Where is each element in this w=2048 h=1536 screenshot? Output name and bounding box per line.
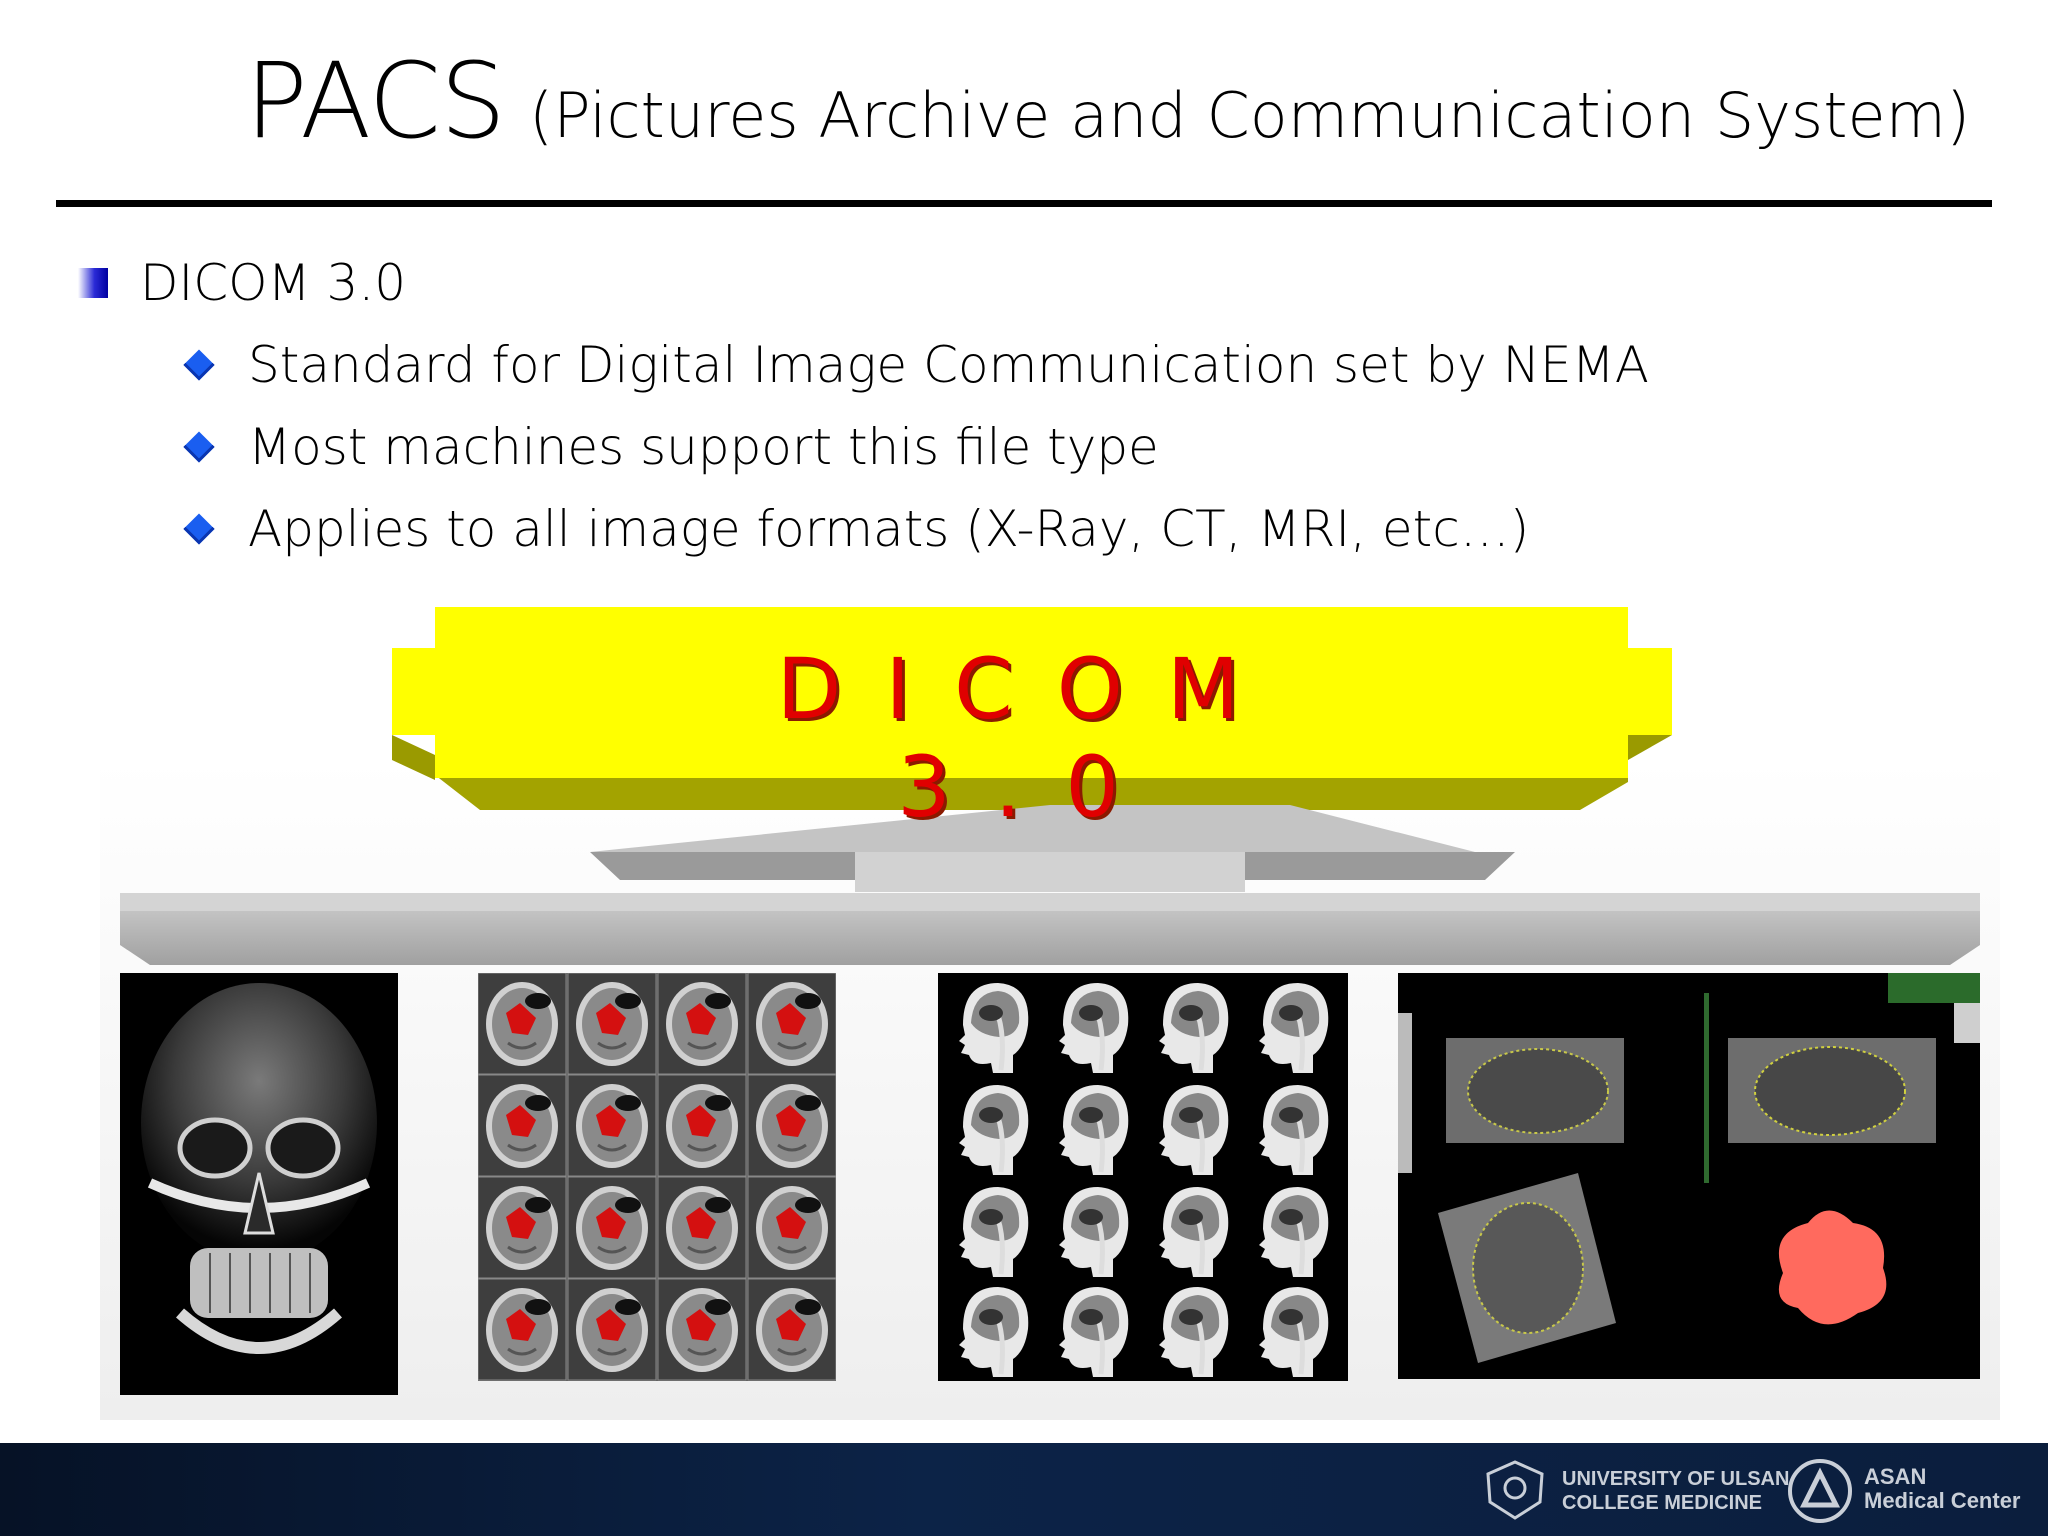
asan-line2: Medical Center — [1864, 1488, 2021, 1513]
mri-axial-grid-graphic — [478, 973, 836, 1381]
diamond-bullet-icon — [183, 513, 215, 545]
title-main: PACS — [245, 40, 506, 162]
mri-sagittal-grid-graphic — [938, 973, 1348, 1381]
skull-xray-image — [120, 973, 398, 1395]
bullet-level1-text: DICOM 3.0 — [140, 254, 407, 312]
bullet-level1: DICOM 3.0 — [78, 248, 406, 318]
diamond-bullet-icon — [183, 349, 215, 381]
skull-xray-graphic — [120, 973, 398, 1395]
ultrasound-3d-graphic — [1398, 973, 1980, 1379]
bullet-level2-text: Most machines support this file type — [248, 418, 1159, 476]
footer-bar: UNIVERSITY OF ULSAN COLLEGE MEDICINE ASA… — [0, 1443, 2048, 1536]
ultrasound-3d-image — [1398, 973, 1980, 1379]
mri-sagittal-grid-image — [938, 973, 1348, 1381]
title-rule — [56, 200, 1992, 207]
title-subtitle: (Pictures Archive and Communication Syst… — [529, 79, 1971, 152]
bullet-level2-item: Standard for Digital Image Communication… — [180, 330, 1649, 400]
distribution-bar-top — [120, 893, 1980, 911]
bullet-level2-text: Applies to all image formats (X-Ray, CT,… — [248, 500, 1530, 558]
bullet-level2-text: Standard for Digital Image Communication… — [248, 336, 1649, 394]
slide-title: PACS (Pictures Archive and Communication … — [245, 40, 1970, 162]
banner-side-right — [1628, 735, 1672, 760]
connector-stem — [855, 852, 1245, 892]
square-bullet-icon — [78, 268, 108, 298]
university-line1: UNIVERSITY OF ULSAN — [1562, 1468, 1790, 1490]
asan-line1: ASAN — [1864, 1464, 1927, 1489]
connector-right-block — [1245, 852, 1515, 880]
university-logo-text: UNIVERSITY OF ULSAN COLLEGE MEDICINE — [1562, 1467, 1789, 1515]
university-crest-icon — [1486, 1460, 1544, 1520]
diamond-bullet-icon — [183, 431, 215, 463]
asan-logo-text: ASAN Medical Center — [1864, 1465, 2021, 1513]
connector-left-block — [590, 852, 855, 880]
bullet-level2-item: Most machines support this file type — [180, 412, 1159, 482]
mri-axial-grid-image — [478, 973, 836, 1381]
asan-emblem-icon — [1788, 1459, 1852, 1523]
university-line2: COLLEGE MEDICINE — [1562, 1492, 1763, 1514]
bullet-level2-item: Applies to all image formats (X-Ray, CT,… — [180, 494, 1529, 564]
banner-label: DICOM 3.0 — [776, 640, 1284, 836]
